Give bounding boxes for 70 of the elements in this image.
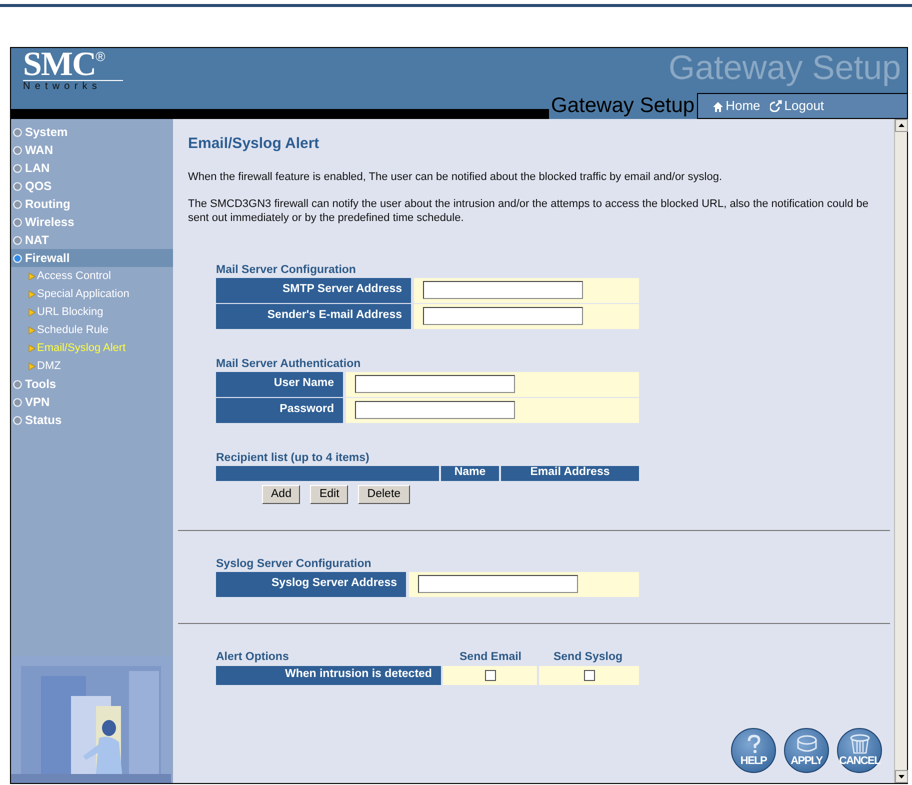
section-heading: Alert Options [216, 650, 289, 662]
column-header: Email Address [501, 466, 639, 480]
sidebar-subitem[interactable]: DMZ [11, 357, 173, 375]
logo: SMC$^{®}$ [22, 48, 106, 80]
bullet-icon [13, 254, 22, 262]
bullet-icon [13, 146, 22, 154]
bullet-icon [13, 182, 22, 190]
round-action-button[interactable]: HELP [731, 728, 776, 773]
sidebar-item[interactable]: Firewall [11, 249, 173, 267]
field-label: Password [216, 398, 343, 422]
section-heading: Mail Server Authentication [216, 356, 362, 370]
action-button[interactable]: Delete [358, 484, 410, 504]
bullet-icon [13, 236, 22, 244]
bullet-icon [13, 200, 22, 208]
input-field[interactable] [355, 401, 515, 419]
sidebar-item[interactable]: VPN [11, 393, 173, 411]
input-field[interactable] [355, 375, 515, 393]
field-label: User Name [216, 372, 343, 396]
column-header: Send Syslog [553, 650, 623, 662]
trash-can-icon [848, 734, 872, 754]
field-label: Syslog Server Address [216, 572, 406, 596]
scrollbar[interactable] [894, 119, 907, 783]
input-field[interactable] [418, 575, 578, 593]
action-button[interactable]: Add [262, 484, 300, 504]
sidebar-subitem[interactable]: Email/Syslog Alert [11, 339, 173, 357]
sidebar-subitem[interactable]: Access Control [11, 267, 173, 285]
section-heading: Syslog Server Configuration [216, 556, 372, 570]
column-header: Name [441, 466, 499, 480]
sidebar-item[interactable]: Wireless [11, 213, 173, 231]
sidebar-subitem[interactable]: Special Application [11, 285, 173, 303]
description-text: The SMCD3GN3 firewall can notify the user about the intrusion and/or the attemps to access the blocked URL, also the notification could be sent out immediately or by the predefined time schedule. [188, 196, 870, 224]
sidebar-item[interactable]: NAT [11, 231, 173, 249]
sidebar-item[interactable]: Tools [11, 375, 173, 393]
description-text: When the firewall feature is enabled, The user can be notified about the blocked traffic by email and/or syslog. [188, 170, 724, 184]
header-link[interactable]: Logout [770, 96, 824, 116]
section-heading: Mail Server Configuration [216, 262, 357, 276]
input-field[interactable] [423, 307, 583, 325]
field-label: SMTP Server Address [216, 278, 411, 302]
sidebar-subitem[interactable]: Schedule Rule [11, 321, 173, 339]
sidebar-item[interactable]: System [11, 123, 173, 141]
input-field[interactable] [423, 281, 583, 299]
round-action-button[interactable]: APPLY [784, 728, 829, 773]
sidebar-item[interactable]: LAN [11, 159, 173, 177]
exit-arrow-icon [770, 100, 782, 112]
home-icon [712, 100, 724, 112]
sidebar-item[interactable]: Routing [11, 195, 173, 213]
column-header: Send Email [460, 650, 522, 662]
sidebar-item[interactable]: WAN [11, 141, 173, 159]
page-title: Email/Syslog Alert [188, 134, 320, 154]
action-button[interactable]: Edit [310, 484, 348, 504]
header-link[interactable]: Home [712, 96, 760, 116]
field-label: Sender's E-mail Address [216, 304, 411, 328]
checkbox[interactable] [484, 670, 496, 680]
bullet-icon [13, 128, 22, 136]
bullet-icon [13, 218, 22, 226]
bullet-icon [13, 398, 22, 406]
checkbox[interactable] [584, 670, 595, 680]
bullet-icon [13, 380, 22, 388]
logo-subtitle: Networks [23, 80, 123, 93]
banner-title: Gateway Setup [550, 93, 696, 119]
section-heading: Recipient list (up to 4 items) [216, 450, 370, 464]
cylinder-icon [794, 734, 818, 754]
sidebar-subitem[interactable]: URL Blocking [11, 303, 173, 321]
round-action-button[interactable]: CANCEL [837, 728, 882, 773]
sidebar-item[interactable]: Status [11, 411, 173, 429]
bullet-icon [13, 416, 22, 424]
row-label: When intrusion is detected [216, 666, 441, 684]
banner-watermark: Gateway Setup [668, 48, 901, 88]
sidebar-item[interactable]: QOS [11, 177, 173, 195]
bullet-icon [13, 164, 22, 172]
